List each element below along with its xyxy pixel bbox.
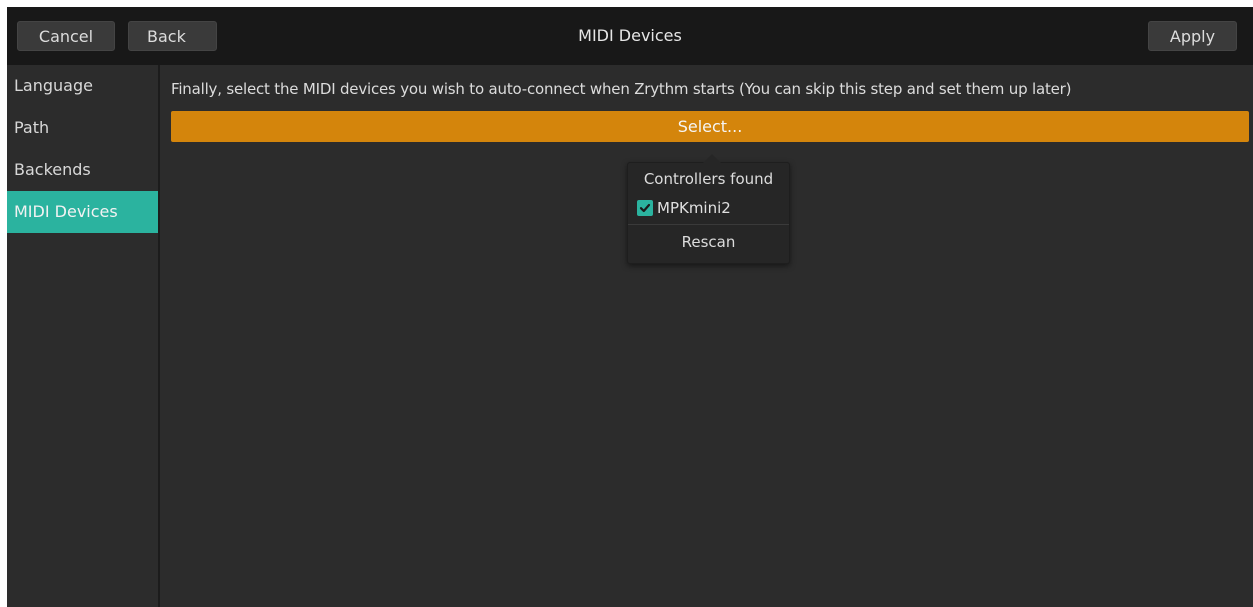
sidebar-item-path[interactable]: Path [7,107,158,149]
device-row[interactable]: MPKmini2 [637,197,731,219]
headerbar: MIDI Devices Cancel Back Apply [7,7,1253,65]
device-label: MPKmini2 [657,199,731,217]
back-button[interactable]: Back [128,21,217,51]
sidebar: Language Path Backends MIDI Devices [7,65,160,607]
sidebar-item-midi-devices[interactable]: MIDI Devices [7,191,158,233]
check-icon[interactable] [637,200,653,216]
separator [628,224,789,225]
popover-arrow [703,154,721,163]
instructions-text: Finally, select the MIDI devices you wis… [171,80,1072,98]
apply-button[interactable]: Apply [1148,21,1237,51]
controllers-popover: Controllers found MPKmini2 Rescan [627,154,790,264]
setup-window: MIDI Devices Cancel Back Apply Language … [7,7,1253,607]
rescan-button[interactable]: Rescan [628,226,789,258]
main-panel: Finally, select the MIDI devices you wis… [160,65,1253,607]
popover-title: Controllers found [643,170,774,188]
select-devices-button[interactable]: Select... [171,111,1249,142]
sidebar-item-language[interactable]: Language [7,65,158,107]
cancel-button[interactable]: Cancel [17,21,115,51]
sidebar-item-backends[interactable]: Backends [7,149,158,191]
